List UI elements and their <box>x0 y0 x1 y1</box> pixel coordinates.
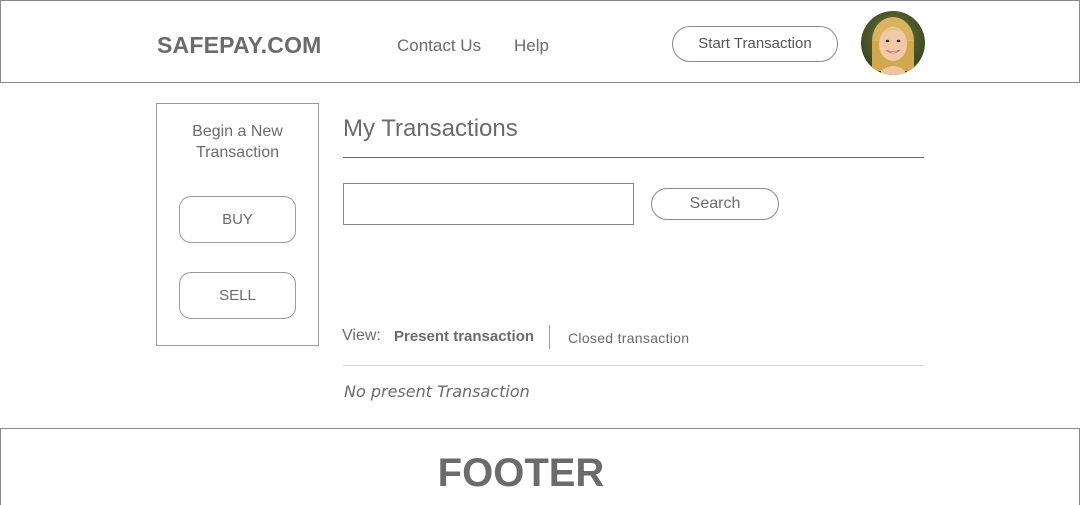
title-divider <box>343 157 924 158</box>
new-transaction-heading-line1: Begin a New <box>192 123 283 140</box>
view-label: View: <box>342 327 381 344</box>
new-transaction-panel: Begin a New Transaction BUY SELL <box>156 103 319 346</box>
search-input[interactable] <box>343 183 634 225</box>
nav-contact-us[interactable]: Contact Us <box>397 36 481 56</box>
tab-separator <box>549 325 550 349</box>
tabs-divider <box>343 365 924 366</box>
new-transaction-heading: Begin a New Transaction <box>157 121 318 163</box>
page-title: My Transactions <box>343 115 518 142</box>
user-avatar-image <box>861 11 925 75</box>
new-transaction-heading-line2: Transaction <box>196 144 279 161</box>
empty-state-message: No present Transaction <box>344 382 530 401</box>
start-transaction-button[interactable]: Start Transaction <box>672 26 838 62</box>
footer-label: FOOTER <box>437 451 605 495</box>
brand-logo[interactable]: SAFEPAY.COM <box>157 32 322 59</box>
footer: FOOTER <box>0 428 1080 505</box>
tab-present-transaction[interactable]: Present transaction <box>394 328 534 345</box>
header: SAFEPAY.COM Contact Us Help Start Transa… <box>0 0 1080 83</box>
search-button[interactable]: Search <box>651 188 779 220</box>
buy-button[interactable]: BUY <box>179 196 296 243</box>
tab-closed-transaction[interactable]: Closed transaction <box>568 330 689 346</box>
sell-button[interactable]: SELL <box>179 272 296 319</box>
avatar[interactable] <box>861 11 925 75</box>
nav-help[interactable]: Help <box>514 36 549 56</box>
